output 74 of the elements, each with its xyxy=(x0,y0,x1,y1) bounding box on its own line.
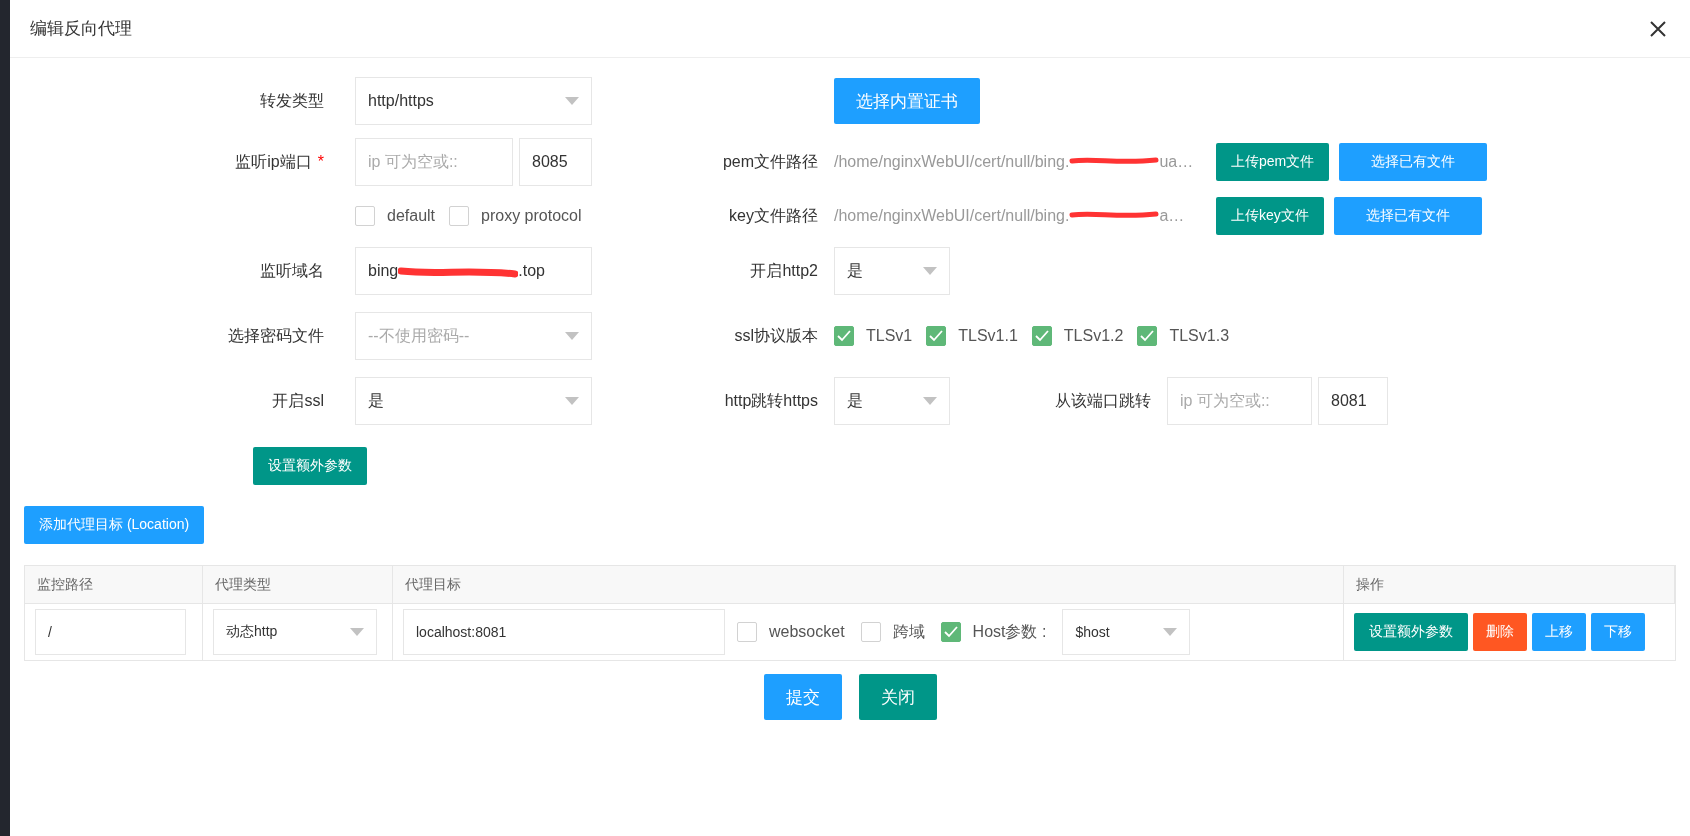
dropdown-field[interactable]: 是 xyxy=(355,377,592,425)
ip-input[interactable]: ip 可为空或:: xyxy=(355,138,513,186)
dropdown-caret-icon xyxy=(565,332,579,340)
target-input[interactable]: localhost:8081 xyxy=(403,609,725,655)
checkbox-label: TLSv1.2 xyxy=(1063,327,1124,345)
dropdown-field[interactable]: http/https xyxy=(355,77,592,125)
column-header: 代理目标 xyxy=(393,566,1344,604)
checkbox-label: proxy protocol xyxy=(481,207,582,225)
dropdown-caret-icon xyxy=(565,97,579,105)
dropdown-caret-icon xyxy=(1163,628,1178,636)
file-path-text: /home/nginxWebUI/cert/null/bing. xyxy=(834,153,1070,171)
field-label: pem文件路径 xyxy=(722,152,818,170)
checkbox-label: Host参数 : xyxy=(972,621,1047,642)
checkbox[interactable] xyxy=(1137,326,1158,346)
checkbox[interactable] xyxy=(940,622,961,642)
dropdown-caret-icon xyxy=(565,397,579,405)
dropdown-field[interactable]: $host xyxy=(1062,609,1191,655)
button[interactable]: 提交 xyxy=(763,674,842,720)
field-label: 监听ip端口 xyxy=(235,152,312,170)
checkbox[interactable] xyxy=(834,326,854,346)
checkbox[interactable] xyxy=(355,206,375,226)
file-path-text: ua… xyxy=(1159,153,1194,171)
button[interactable]: 选择已有文件 xyxy=(1333,197,1482,235)
checkbox[interactable] xyxy=(926,326,947,346)
domain-input[interactable]: bing .top xyxy=(355,247,592,295)
dropdown-field[interactable]: 是 xyxy=(834,247,950,295)
button[interactable]: 选择已有文件 xyxy=(1339,143,1488,181)
button[interactable]: 选择内置证书 xyxy=(834,78,980,124)
checkbox[interactable] xyxy=(1031,326,1052,346)
dropdown-field[interactable]: --不使用密码-- xyxy=(355,312,592,360)
dropdown-caret-icon xyxy=(350,628,364,636)
file-path-text: /home/nginxWebUI/cert/null/bing. xyxy=(834,207,1070,225)
checkbox-label: TLSv1.3 xyxy=(1169,327,1230,345)
button[interactable]: 下移 xyxy=(1591,613,1645,651)
button[interactable]: 上传pem文件 xyxy=(1216,143,1330,181)
button[interactable]: 设置额外参数 xyxy=(253,447,367,485)
field-label: 监听域名 xyxy=(260,261,324,279)
field-label: 开启ssl xyxy=(272,391,324,409)
button[interactable]: 设置额外参数 xyxy=(1354,613,1468,651)
column-header: 代理类型 xyxy=(203,566,393,604)
checkbox[interactable] xyxy=(449,206,470,226)
button[interactable]: 删除 xyxy=(1473,613,1527,651)
checkbox-label: TLSv1.1 xyxy=(958,327,1018,345)
path-input[interactable]: / xyxy=(35,609,186,655)
close-icon[interactable] xyxy=(1650,20,1666,37)
checkbox-label: 跨域 xyxy=(892,621,925,642)
dropdown-caret-icon xyxy=(923,397,937,405)
field-label: key文件路径 xyxy=(729,206,818,224)
dialog-title: 编辑反向代理 xyxy=(30,18,132,40)
field-label: 从该端口跳转 xyxy=(1055,390,1151,411)
field-label: http跳转https xyxy=(724,391,818,409)
checkbox[interactable] xyxy=(737,622,757,642)
checkbox-label: websocket xyxy=(769,623,845,641)
button[interactable]: 添加代理目标 (Location) xyxy=(24,506,205,544)
ip-input[interactable]: ip 可为空或:: xyxy=(1167,377,1312,425)
file-path-text: a… xyxy=(1159,207,1185,225)
required-mark: * xyxy=(317,152,324,170)
button[interactable]: 关闭 xyxy=(858,674,937,720)
dropdown-field[interactable]: 是 xyxy=(834,377,950,425)
column-header: 监控路径 xyxy=(25,566,203,604)
port-input[interactable]: 8081 xyxy=(1318,377,1388,425)
button[interactable]: 上移 xyxy=(1532,613,1586,651)
checkbox[interactable] xyxy=(860,622,881,642)
button[interactable]: 上传key文件 xyxy=(1216,197,1324,235)
checkbox-label: default xyxy=(387,207,436,225)
column-header: 操作 xyxy=(1344,566,1675,604)
checkbox-label: TLSv1 xyxy=(866,327,913,345)
field-label: 开启http2 xyxy=(750,261,818,279)
port-input[interactable]: 8085 xyxy=(519,138,592,186)
field-label: ssl协议版本 xyxy=(734,326,818,344)
field-label: 选择密码文件 xyxy=(228,326,324,344)
dropdown-caret-icon xyxy=(923,267,937,275)
field-label: 转发类型 xyxy=(260,91,324,109)
dropdown-field[interactable]: 动态http xyxy=(213,609,377,655)
